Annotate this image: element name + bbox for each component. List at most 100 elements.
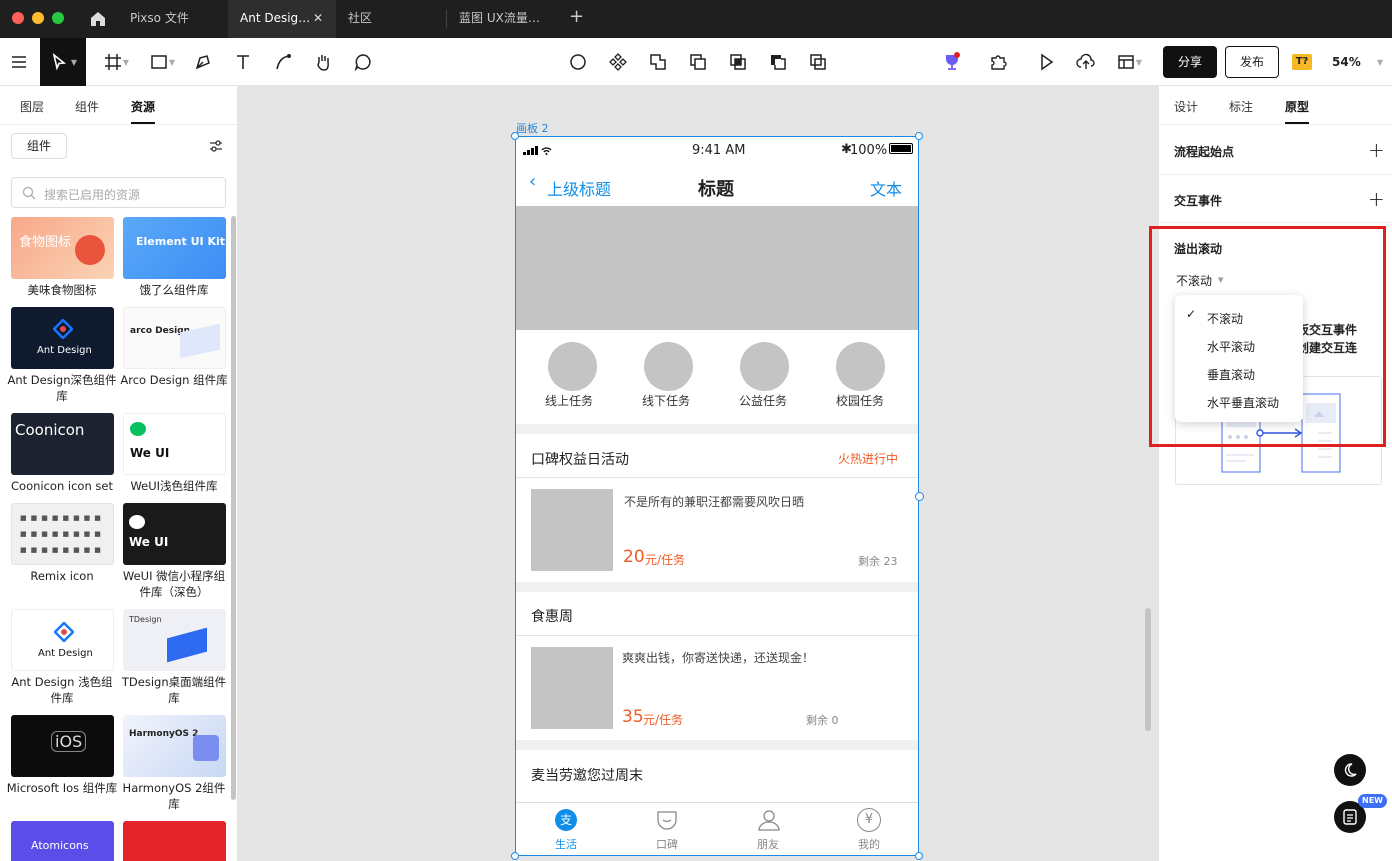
canvas-scrollbar[interactable] bbox=[1145, 608, 1151, 731]
menu-item-horizontal-scroll[interactable]: 水平滚动 bbox=[1207, 338, 1255, 355]
nav-title: 标题 bbox=[698, 179, 734, 200]
resize-handle[interactable] bbox=[915, 492, 924, 501]
library-card-ant-light[interactable]: Ant Design bbox=[11, 609, 114, 671]
library-card-element-ui[interactable]: Element UI Kit bbox=[123, 217, 226, 279]
tab-annotation[interactable]: 标注 bbox=[1229, 98, 1253, 115]
upload-icon[interactable] bbox=[1070, 38, 1102, 86]
category-icon[interactable] bbox=[740, 342, 789, 391]
tab-community[interactable]: 社区 bbox=[336, 0, 446, 38]
library-card-tdesign[interactable]: TDesign bbox=[123, 609, 226, 671]
overflow-scroll-menu: ✓ 不滚动 水平滚动 垂直滚动 水平垂直滚动 bbox=[1175, 295, 1303, 422]
item-price: 20 bbox=[623, 547, 645, 567]
dark-mode-button[interactable] bbox=[1334, 754, 1366, 786]
connector-tool-icon[interactable] bbox=[266, 38, 300, 86]
tab-friends[interactable]: 朋友 bbox=[757, 836, 779, 852]
category-label[interactable]: 线下任务 bbox=[642, 392, 690, 409]
library-card-arco[interactable]: arco Design bbox=[123, 307, 226, 369]
menu-icon[interactable] bbox=[0, 38, 38, 86]
category-label[interactable]: 校园任务 bbox=[836, 392, 884, 409]
missing-font-icon[interactable]: T? bbox=[1292, 54, 1312, 70]
tab-assets[interactable]: 资源 bbox=[131, 98, 155, 115]
category-label[interactable]: 公益任务 bbox=[739, 392, 787, 409]
search-input[interactable]: 搜索已启用的资源 bbox=[11, 177, 226, 208]
close-tab-icon[interactable]: ✕ bbox=[313, 0, 323, 36]
tab-design[interactable]: 设计 bbox=[1174, 98, 1198, 115]
intersect-icon[interactable] bbox=[722, 38, 754, 86]
library-card-ant-dark[interactable]: Ant Design bbox=[11, 307, 114, 369]
library-card-harmonyos[interactable]: HarmonyOS 2 bbox=[123, 715, 226, 777]
category-icon[interactable] bbox=[548, 342, 597, 391]
add-interaction-icon[interactable]: + bbox=[1368, 187, 1385, 211]
minimize-window-button[interactable] bbox=[32, 12, 44, 24]
category-icon[interactable] bbox=[836, 342, 885, 391]
achievement-icon[interactable] bbox=[936, 38, 968, 86]
layout-icon[interactable]: ▼ bbox=[1112, 38, 1146, 86]
subtract-icon[interactable] bbox=[682, 38, 714, 86]
library-card-remix-icon[interactable]: ■■■■■■■■ ■■■■■■■■ ■■■■■■■■ bbox=[11, 503, 114, 565]
zoom-chevron-down-icon[interactable]: ▼ bbox=[1377, 58, 1383, 67]
toolbar: ▼ ▼ ▼ ▼ 分享 发布 T? 54% ▼ bbox=[0, 38, 1392, 86]
friends-tab-icon[interactable] bbox=[756, 808, 782, 835]
pen-tool-icon[interactable] bbox=[186, 38, 220, 86]
nav-right-text[interactable]: 文本 bbox=[870, 176, 902, 200]
component-icon[interactable] bbox=[602, 38, 634, 86]
settings-sliders-icon[interactable] bbox=[208, 138, 224, 157]
move-tool-icon[interactable]: ▼ bbox=[40, 38, 86, 86]
hand-tool-icon[interactable] bbox=[306, 38, 340, 86]
new-tab-icon[interactable]: + bbox=[569, 6, 584, 27]
frame-label[interactable]: 画板 2 bbox=[516, 120, 549, 136]
share-button[interactable]: 分享 bbox=[1163, 46, 1217, 78]
yen-tab-icon[interactable]: ¥ bbox=[857, 808, 881, 832]
text-tool-icon[interactable] bbox=[226, 38, 260, 86]
resize-handle[interactable] bbox=[915, 132, 923, 140]
tab-layers[interactable]: 图层 bbox=[20, 98, 44, 115]
frame-tool-icon[interactable]: ▼ bbox=[96, 38, 136, 86]
nav-back-label[interactable]: 上级标题 bbox=[547, 176, 611, 200]
tab-components[interactable]: 组件 bbox=[75, 98, 99, 115]
resize-handle[interactable] bbox=[511, 132, 519, 140]
library-card-atomicons[interactable]: Atomicons bbox=[11, 821, 114, 861]
close-window-button[interactable] bbox=[12, 12, 24, 24]
tab-mine[interactable]: 我的 bbox=[858, 836, 880, 852]
library-card-weui-dark[interactable]: We UI bbox=[123, 503, 226, 565]
category-label[interactable]: 线上任务 bbox=[545, 392, 593, 409]
ellipse-boolean-icon[interactable] bbox=[562, 38, 594, 86]
play-icon[interactable] bbox=[1030, 38, 1062, 86]
tab-blueprint[interactable]: 蓝图 UX流量… bbox=[447, 0, 557, 38]
zoom-level[interactable]: 54% bbox=[1332, 55, 1361, 69]
resize-handle[interactable] bbox=[915, 852, 923, 860]
plugins-icon[interactable] bbox=[982, 38, 1014, 86]
library-card-coonicon[interactable]: Coonicon bbox=[11, 413, 114, 475]
tab-koubei[interactable]: 口碑 bbox=[656, 836, 678, 852]
left-scrollbar[interactable] bbox=[231, 216, 236, 800]
tab-life[interactable]: 生活 bbox=[555, 836, 577, 852]
koubei-tab-icon[interactable] bbox=[655, 808, 679, 835]
exclude-icon[interactable] bbox=[762, 38, 794, 86]
back-chevron-icon[interactable]: ‹ bbox=[529, 171, 536, 192]
library-card-weui-light[interactable]: We UI bbox=[123, 413, 226, 475]
banner-placeholder bbox=[515, 206, 919, 330]
life-tab-icon[interactable]: 支 bbox=[555, 809, 577, 831]
tab-ant-design[interactable]: Ant Desig… ✕ bbox=[228, 0, 336, 38]
comment-tool-icon[interactable] bbox=[346, 38, 380, 86]
menu-item-both-scroll[interactable]: 水平垂直滚动 bbox=[1207, 394, 1279, 411]
add-flow-start-icon[interactable]: + bbox=[1368, 138, 1385, 162]
library-card-microsoft-ios[interactable]: iOS bbox=[11, 715, 114, 777]
category-icon[interactable] bbox=[644, 342, 693, 391]
tab-prototype[interactable]: 原型 bbox=[1285, 98, 1309, 115]
phone-frame[interactable]: 9:41 AM ✱ 100% ‹ 上级标题 标题 文本 线上任务 线下任务 公益… bbox=[515, 136, 919, 856]
filter-chip-components[interactable]: 组件 bbox=[11, 133, 67, 159]
library-card-red[interactable] bbox=[123, 821, 226, 861]
library-card-food-icons[interactable]: 食物图标 bbox=[11, 217, 114, 279]
home-icon[interactable] bbox=[88, 9, 108, 32]
tab-pixso-files[interactable]: Pixso 文件 bbox=[118, 0, 228, 38]
menu-item-no-scroll[interactable]: 不滚动 bbox=[1207, 310, 1243, 327]
library-label: Ant Design深色组件库 bbox=[7, 373, 117, 403]
maximize-window-button[interactable] bbox=[52, 12, 64, 24]
menu-item-vertical-scroll[interactable]: 垂直滚动 bbox=[1207, 366, 1255, 383]
union-icon[interactable] bbox=[642, 38, 674, 86]
resize-handle[interactable] bbox=[511, 852, 519, 860]
flatten-icon[interactable] bbox=[802, 38, 834, 86]
rectangle-tool-icon[interactable]: ▼ bbox=[142, 38, 182, 86]
publish-button[interactable]: 发布 bbox=[1225, 46, 1279, 78]
